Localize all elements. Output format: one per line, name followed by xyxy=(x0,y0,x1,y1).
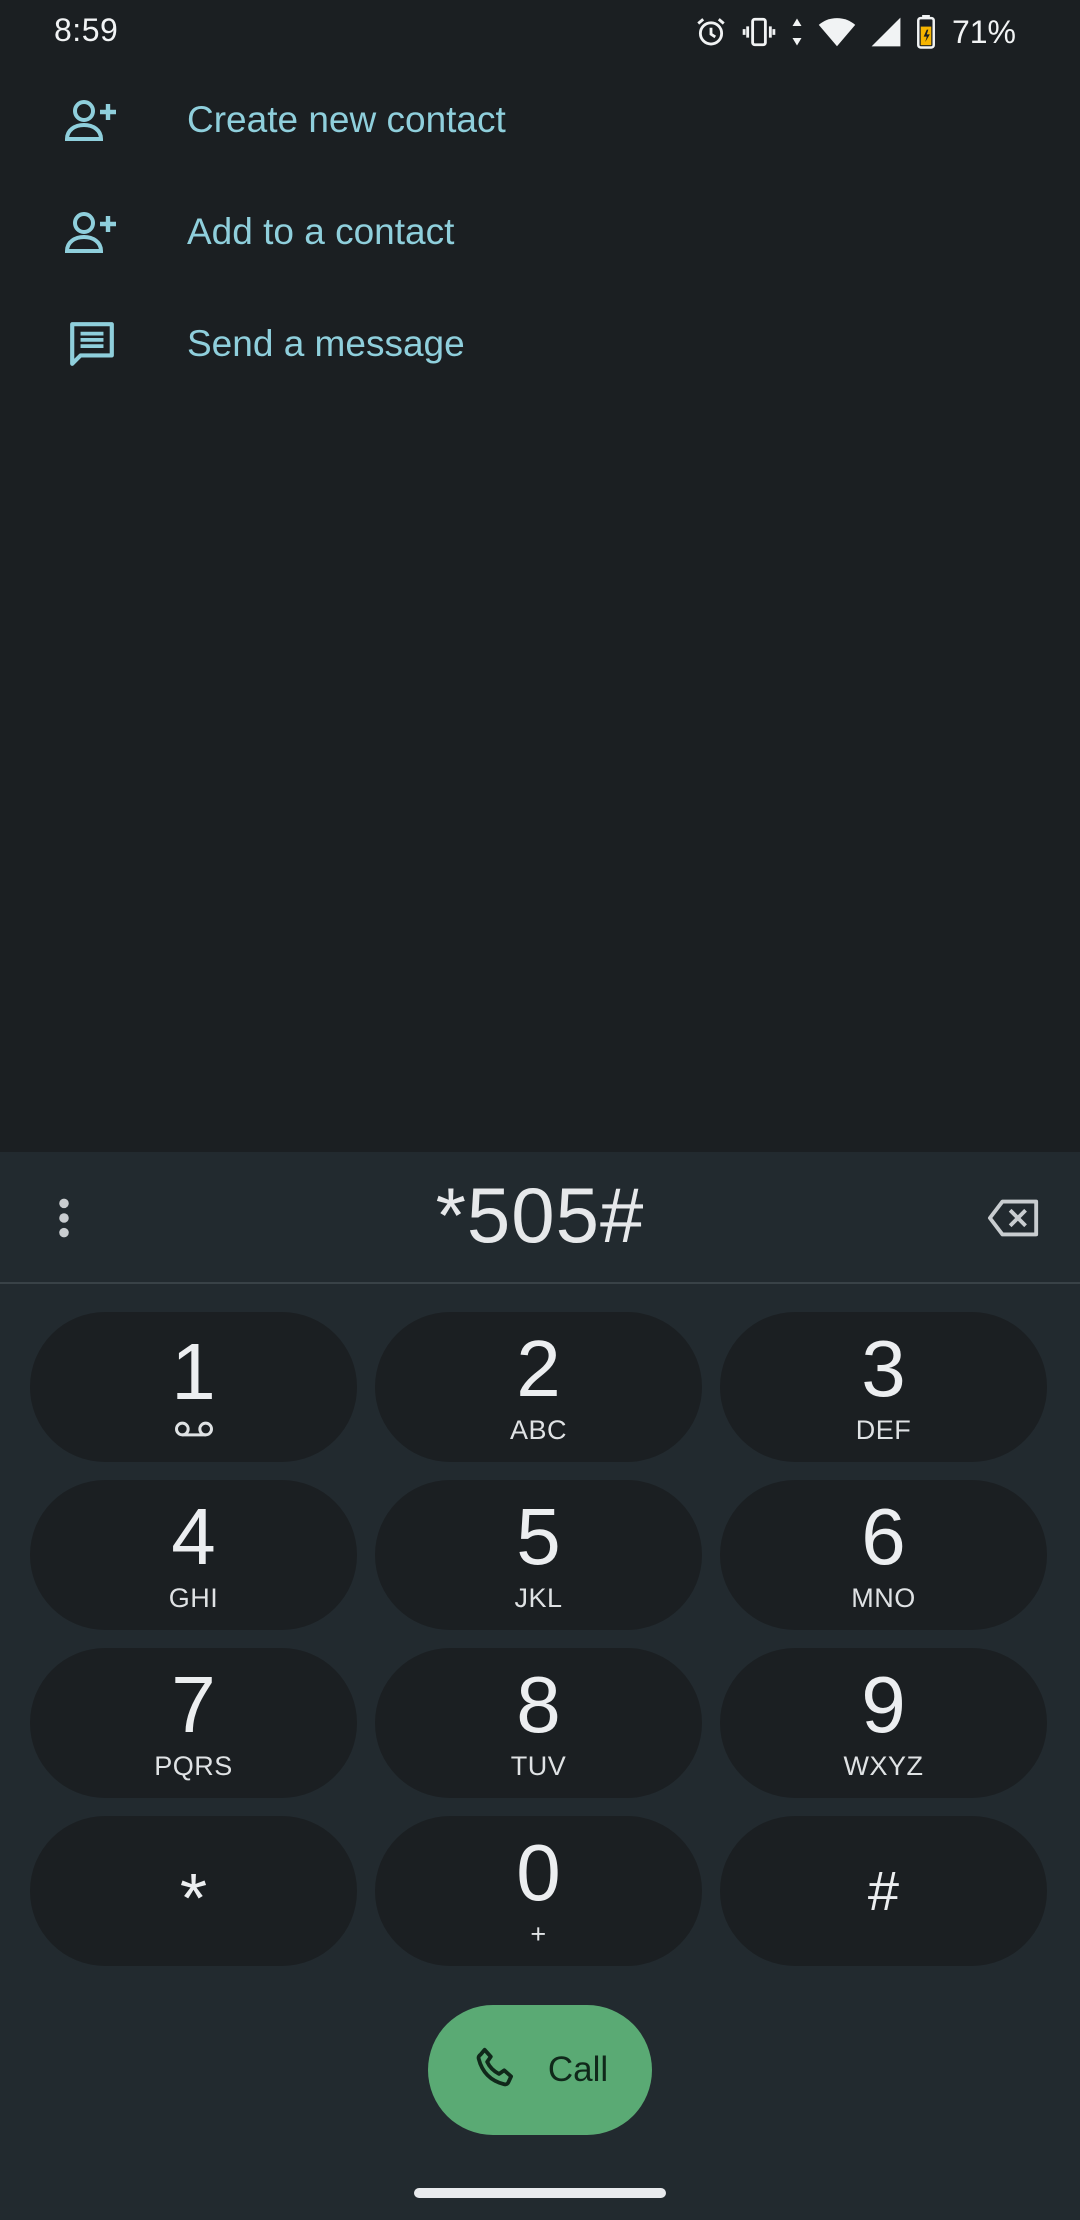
status-time: 8:59 xyxy=(54,12,119,48)
key-8[interactable]: 8 TUV xyxy=(375,1648,702,1798)
dialpad-panel: *505# 1 2 ABC 3 DEF 4 GHI 5 JKL 6 MNO 7 … xyxy=(0,1152,1080,2220)
home-indicator[interactable] xyxy=(414,2188,666,2198)
key-letters: TUV xyxy=(510,1750,567,1781)
add-person-icon xyxy=(64,204,120,260)
key-letters: WXYZ xyxy=(843,1750,924,1781)
battery-percentage: 71% xyxy=(951,13,1016,50)
key-1[interactable]: 1 xyxy=(30,1312,357,1462)
key-digit: # xyxy=(867,1859,900,1922)
key-digit: 7 xyxy=(171,1659,216,1749)
key-digit: 1 xyxy=(171,1326,216,1416)
dialed-digits[interactable]: *505# xyxy=(0,1170,1080,1261)
add-person-icon xyxy=(64,92,120,148)
suggestion-label: Create new contact xyxy=(187,99,506,140)
key-digit: 0 xyxy=(516,1827,561,1917)
backspace-button[interactable] xyxy=(982,1192,1046,1248)
key-2[interactable]: 2 ABC xyxy=(375,1312,702,1462)
key-letters: GHI xyxy=(168,1582,219,1613)
suggestion-label: Add to a contact xyxy=(187,211,455,252)
key-letters: DEF xyxy=(855,1414,912,1445)
key-6[interactable]: 6 MNO xyxy=(720,1480,1047,1630)
key-digit: 8 xyxy=(516,1659,561,1749)
key-digit: 5 xyxy=(516,1491,561,1581)
signal-icon xyxy=(870,16,902,48)
key-9[interactable]: 9 WXYZ xyxy=(720,1648,1047,1798)
key-5[interactable]: 5 JKL xyxy=(375,1480,702,1630)
key-digit: 2 xyxy=(516,1323,561,1413)
digits-row: *505# xyxy=(0,1152,1080,1284)
call-button[interactable]: Call xyxy=(428,2005,652,2135)
key-3[interactable]: 3 DEF xyxy=(720,1312,1047,1462)
voicemail-icon xyxy=(174,1420,214,1443)
backspace-icon xyxy=(987,1198,1041,1243)
wifi-icon xyxy=(818,15,856,49)
status-icons: 71% xyxy=(694,12,1016,52)
key-letters: PQRS xyxy=(154,1750,233,1781)
suggestion-label: Send a message xyxy=(187,323,465,364)
data-arrows-icon xyxy=(790,17,804,47)
key-digit: 4 xyxy=(171,1491,216,1581)
key-letters: JKL xyxy=(514,1582,563,1613)
suggestion-list: Create new contact Add to a contact Send… xyxy=(0,64,1080,400)
key-digit: 3 xyxy=(861,1323,906,1413)
key-digit: 9 xyxy=(861,1659,906,1749)
key-4[interactable]: 4 GHI xyxy=(30,1480,357,1630)
message-icon xyxy=(64,316,120,372)
send-message-item[interactable]: Send a message xyxy=(0,288,1080,400)
key-0[interactable]: 0 + xyxy=(375,1816,702,1966)
call-label: Call xyxy=(547,2050,609,2089)
key-letters: MNO xyxy=(851,1582,916,1613)
add-to-contact-item[interactable]: Add to a contact xyxy=(0,176,1080,288)
alarm-icon xyxy=(694,15,728,49)
key-digit: 6 xyxy=(861,1491,906,1581)
key-digit: * xyxy=(179,1859,208,1937)
create-new-contact-item[interactable]: Create new contact xyxy=(0,64,1080,176)
phone-icon xyxy=(472,2045,518,2096)
key-star[interactable]: * xyxy=(30,1816,357,1966)
vibrate-icon xyxy=(742,15,776,49)
key-7[interactable]: 7 PQRS xyxy=(30,1648,357,1798)
status-bar: 8:59 71% xyxy=(0,0,1080,64)
key-letters: + xyxy=(530,1918,547,1949)
key-letters: ABC xyxy=(509,1414,568,1445)
key-hash[interactable]: # xyxy=(720,1816,1047,1966)
battery-icon xyxy=(916,15,936,49)
